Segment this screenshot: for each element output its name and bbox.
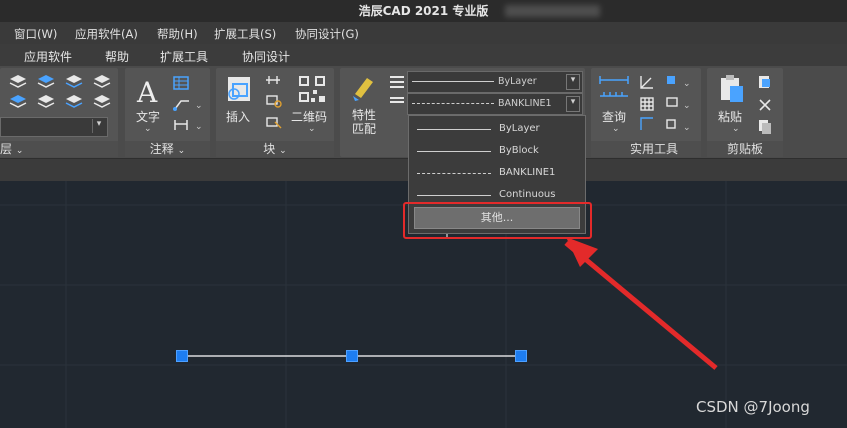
panel-label-clipboard: 剪贴板 [707, 141, 783, 157]
lineweight-value: ByLayer [498, 76, 537, 87]
qrcode-icon[interactable] [297, 74, 327, 108]
measure-icon[interactable] [598, 74, 632, 106]
linetype-combo[interactable]: BANKLINE1 ▾ [407, 93, 583, 115]
lineweight-combo[interactable]: ByLayer ▾ [407, 71, 583, 93]
chevron-down-icon: ▾ [92, 119, 105, 133]
svg-text:⌄: ⌄ [195, 122, 203, 132]
svg-text:⌄: ⌄ [683, 79, 691, 89]
match-properties-icon[interactable] [349, 74, 377, 106]
chevron-down-icon: ⌄ [177, 146, 186, 156]
blurred-area [505, 5, 600, 17]
chevron-down-icon: ⌄ [279, 146, 287, 156]
window-title-bar: 浩辰CAD 2021 专业版 [0, 0, 847, 22]
insert-button[interactable]: 插入 [226, 108, 250, 125]
text-a-icon[interactable]: A [137, 76, 157, 109]
red-arrow-shaft [564, 241, 718, 370]
chevron-down-icon: ⌄ [612, 124, 620, 134]
dashed-line-sample [412, 103, 494, 104]
ribbon-tab-bar: 应用软件 帮助 扩展工具 协同设计 [0, 44, 847, 67]
chevron-down-icon: ⌄ [732, 124, 740, 134]
menu-help[interactable]: 帮助(H) [157, 26, 198, 42]
chevron-down-icon: ⌄ [15, 146, 24, 156]
list-icon[interactable] [389, 74, 405, 108]
layer-icons-grid [6, 73, 114, 117]
paste-icon[interactable] [717, 74, 745, 108]
text-button[interactable]: 文字 [136, 108, 160, 125]
panel-label-utilities: 实用工具 [591, 141, 701, 157]
table-icon[interactable] [173, 75, 189, 94]
linetype-option-bylayer[interactable]: ByLayer [409, 119, 585, 139]
menu-apps[interactable]: 应用软件(A) [75, 26, 138, 42]
panel-label-annotation: 注释 ⌄ [125, 141, 210, 157]
watermark: CSDN @7Joong [696, 398, 810, 416]
svg-text:⌄: ⌄ [683, 101, 691, 111]
tab-extend-tools[interactable]: 扩展工具 [160, 48, 208, 65]
match-properties-button[interactable]: 特性 匹配 [352, 108, 376, 136]
leader-icon[interactable]: ⌄ [173, 96, 203, 115]
layer-combo[interactable]: ▾ [0, 117, 108, 137]
dimension-icon[interactable]: ⌄ [173, 117, 203, 136]
paste-button[interactable]: 粘贴 [718, 108, 742, 125]
chevron-down-icon: ⌄ [144, 124, 152, 134]
highlight-box [403, 202, 592, 239]
linetype-value: BANKLINE1 [498, 98, 552, 109]
tab-help[interactable]: 帮助 [105, 48, 129, 65]
insert-block-icon[interactable] [225, 74, 255, 108]
svg-text:⌄: ⌄ [683, 123, 691, 133]
tab-collab[interactable]: 协同设计 [242, 48, 290, 65]
chevron-down-icon: ▾ [566, 96, 580, 112]
grip-start[interactable] [176, 350, 188, 362]
chevron-down-icon: ▾ [566, 74, 580, 90]
menu-window[interactable]: 窗口(W) [14, 26, 57, 42]
grip-mid[interactable] [346, 350, 358, 362]
solid-line-sample [412, 81, 494, 82]
tab-apps[interactable]: 应用软件 [24, 48, 72, 65]
linetype-option-bankline1[interactable]: BANKLINE1 [409, 163, 585, 183]
linetype-option-byblock[interactable]: ByBlock [409, 141, 585, 161]
block-attrib-icons[interactable] [263, 74, 283, 138]
panel-label-layer: 层 ⌄ [0, 141, 118, 157]
panel-label-block: 块 ⌄ [216, 141, 334, 157]
utility-icons-grid[interactable]: ⌄ ⌄ ⌄ [639, 74, 699, 138]
chevron-down-icon: ⌄ [308, 124, 316, 134]
window-title: 浩辰CAD 2021 专业版 [358, 4, 489, 18]
clipboard-small-icons[interactable] [757, 74, 773, 138]
menu-bar: 窗口(W) 应用软件(A) 帮助(H) 扩展工具(S) 协同设计(G) [0, 22, 847, 44]
menu-collab[interactable]: 协同设计(G) [295, 26, 359, 42]
menu-extend-tools[interactable]: 扩展工具(S) [214, 26, 276, 42]
qrcode-button[interactable]: 二维码 [291, 108, 327, 125]
svg-text:⌄: ⌄ [195, 101, 203, 111]
query-button[interactable]: 查询 [602, 108, 626, 125]
grip-end[interactable] [515, 350, 527, 362]
